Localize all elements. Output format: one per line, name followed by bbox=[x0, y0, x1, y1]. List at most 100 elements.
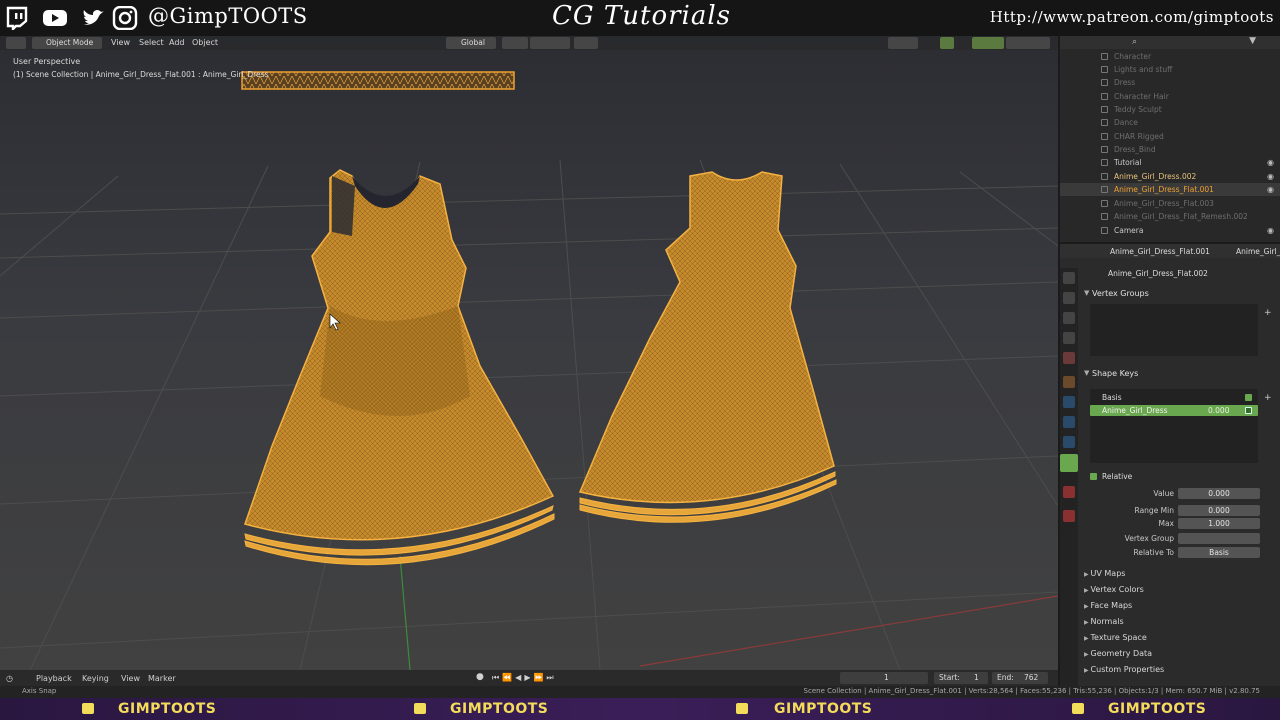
collection-checkbox[interactable] bbox=[1101, 146, 1108, 153]
overlay-toggle[interactable] bbox=[972, 37, 1004, 49]
properties-panel[interactable]: Anime_Girl_Dress_Flat.001 Anime_Girl_ An… bbox=[1060, 244, 1280, 690]
collection-checkbox[interactable] bbox=[1101, 53, 1108, 60]
collection-checkbox[interactable] bbox=[1101, 133, 1108, 140]
editor-type-button[interactable] bbox=[6, 37, 26, 49]
outliner-row[interactable]: Character Hair bbox=[1060, 90, 1280, 103]
collection-checkbox[interactable] bbox=[1101, 227, 1108, 234]
outliner-row[interactable]: Dress_Bind bbox=[1060, 143, 1280, 156]
field-value[interactable]: 1.000 bbox=[1178, 518, 1260, 529]
section-header[interactable]: ▶ Geometry Data bbox=[1084, 649, 1152, 658]
section-header[interactable]: ▶ Normals bbox=[1084, 617, 1124, 626]
collection-checkbox[interactable] bbox=[1101, 213, 1108, 220]
collection-checkbox[interactable] bbox=[1101, 173, 1108, 180]
view-layer-tab-icon[interactable] bbox=[1063, 332, 1075, 344]
menu-object[interactable]: Object bbox=[192, 38, 218, 47]
waistband-mesh[interactable] bbox=[241, 71, 515, 90]
chevron-down-icon[interactable]: ▼ bbox=[1084, 369, 1089, 377]
outliner-row[interactable]: Tutorial ◉ bbox=[1060, 156, 1280, 169]
scene-tab-icon[interactable] bbox=[1063, 352, 1075, 364]
3d-viewport[interactable]: Object Mode View Select Add Object Globa… bbox=[0, 36, 1058, 670]
current-frame-field[interactable]: 1 bbox=[840, 672, 928, 684]
shape-key-checkbox[interactable] bbox=[1245, 407, 1252, 414]
outliner-row[interactable]: Camera ◉ bbox=[1060, 224, 1280, 237]
transform-orientation-dropdown[interactable]: Global bbox=[446, 37, 496, 49]
shape-key-row[interactable]: Basis bbox=[1090, 392, 1258, 403]
collection-checkbox[interactable] bbox=[1101, 200, 1108, 207]
filter-icon[interactable]: ▼ bbox=[1249, 36, 1256, 46]
texture-tab-icon[interactable] bbox=[1063, 510, 1075, 522]
shading-mode-buttons[interactable] bbox=[1006, 37, 1050, 49]
outliner-row[interactable]: Anime_Girl_Dress_Flat.001 ◉ bbox=[1060, 183, 1280, 196]
outliner-row[interactable]: Teddy Sculpt bbox=[1060, 103, 1280, 116]
eye-icon[interactable]: ◉ bbox=[1267, 226, 1274, 235]
section-header[interactable]: ▶ UV Maps bbox=[1084, 569, 1125, 578]
field-value[interactable]: Basis bbox=[1178, 547, 1260, 558]
outliner-row[interactable]: Anime_Girl_Dress.002 ◉ bbox=[1060, 170, 1280, 183]
collection-checkbox[interactable] bbox=[1101, 66, 1108, 73]
outliner-row[interactable]: Character bbox=[1060, 50, 1280, 63]
shape-key-checkbox[interactable] bbox=[1245, 394, 1252, 401]
gizmo-toggle[interactable] bbox=[940, 37, 954, 49]
add-vertex-group-button[interactable]: + bbox=[1264, 308, 1272, 318]
outliner-row[interactable]: Lights and stuff bbox=[1060, 63, 1280, 76]
menu-keying[interactable]: Keying bbox=[82, 674, 109, 683]
section-header[interactable]: ▶ Custom Properties bbox=[1084, 665, 1164, 674]
relative-checkbox[interactable] bbox=[1090, 473, 1097, 480]
object-tab-icon[interactable] bbox=[1063, 376, 1075, 388]
collection-checkbox[interactable] bbox=[1101, 106, 1108, 113]
collection-checkbox[interactable] bbox=[1101, 186, 1108, 193]
outliner-row[interactable]: Anime_Girl_Dress_Flat_Remesh.002 bbox=[1060, 210, 1280, 223]
outliner-row[interactable]: CHAR Rigged bbox=[1060, 130, 1280, 143]
clock-icon[interactable]: ◷ bbox=[6, 674, 13, 683]
search-icon[interactable]: ⌕ bbox=[1132, 37, 1137, 47]
section-header[interactable]: ▶ Texture Space bbox=[1084, 633, 1147, 642]
shape-key-value[interactable]: 0.000 bbox=[1208, 406, 1229, 415]
eye-icon[interactable]: ◉ bbox=[1267, 185, 1274, 194]
field-value[interactable]: 0.000 bbox=[1178, 488, 1260, 499]
outliner-panel[interactable]: ⌕ ▼ Character Lights and stuff Dress Charac… bbox=[1060, 36, 1280, 242]
menu-view-timeline[interactable]: View bbox=[121, 674, 140, 683]
mesh-data-tab-icon[interactable] bbox=[1060, 454, 1078, 472]
chevron-down-icon[interactable]: ▼ bbox=[1084, 289, 1089, 297]
menu-select[interactable]: Select bbox=[139, 38, 164, 47]
object-mode-dropdown[interactable]: Object Mode bbox=[32, 37, 102, 49]
tool-tab-icon[interactable] bbox=[1063, 272, 1075, 284]
section-header[interactable]: ▶ Vertex Colors bbox=[1084, 585, 1144, 594]
add-shape-key-button[interactable]: + bbox=[1264, 393, 1272, 403]
field-value[interactable]: 0.000 bbox=[1178, 505, 1260, 516]
shape-keys-list[interactable]: Basis Anime_Girl_Dress 0.000 bbox=[1090, 389, 1258, 463]
shape-key-row-active[interactable]: Anime_Girl_Dress 0.000 bbox=[1090, 405, 1258, 416]
render-tab-icon[interactable] bbox=[1063, 292, 1075, 304]
record-icon[interactable]: ● bbox=[476, 672, 484, 682]
outliner-row[interactable]: Dress bbox=[1060, 76, 1280, 89]
outliner-row[interactable]: Anime_Girl_Dress_Flat.003 bbox=[1060, 197, 1280, 210]
collection-checkbox[interactable] bbox=[1101, 119, 1108, 126]
collection-checkbox[interactable] bbox=[1101, 79, 1108, 86]
vertex-groups-title[interactable]: Vertex Groups bbox=[1092, 289, 1149, 298]
physics-tab-icon[interactable] bbox=[1063, 436, 1075, 448]
object-name-tab[interactable]: Anime_Girl_Dress_Flat.001 bbox=[1110, 247, 1210, 256]
proportional-edit-toggle[interactable] bbox=[574, 37, 598, 49]
shape-keys-title[interactable]: Shape Keys bbox=[1092, 369, 1138, 378]
field-value[interactable] bbox=[1178, 533, 1260, 544]
collection-checkbox[interactable] bbox=[1101, 159, 1108, 166]
material-tab-icon[interactable] bbox=[1063, 486, 1075, 498]
menu-view[interactable]: View bbox=[111, 38, 130, 47]
collection-checkbox[interactable] bbox=[1101, 93, 1108, 100]
modifier-tab-icon[interactable] bbox=[1063, 396, 1075, 408]
pivot-dropdown[interactable] bbox=[502, 37, 528, 49]
visibility-dropdown[interactable] bbox=[888, 37, 918, 49]
section-header[interactable]: ▶ Face Maps bbox=[1084, 601, 1132, 610]
mesh-data-name[interactable]: Anime_Girl_Dress_Flat.002 bbox=[1108, 269, 1208, 278]
menu-playback[interactable]: Playback bbox=[36, 674, 72, 683]
object-data-tab[interactable]: Anime_Girl_ bbox=[1236, 247, 1280, 256]
playback-controls-icon[interactable]: ⏮⏪◀▶⏩⏭ bbox=[492, 673, 557, 683]
end-frame-field[interactable]: End: 762 bbox=[992, 672, 1048, 684]
menu-add[interactable]: Add bbox=[169, 38, 185, 47]
snap-toggle[interactable] bbox=[530, 37, 570, 49]
eye-icon[interactable]: ◉ bbox=[1267, 172, 1274, 181]
vertex-groups-list[interactable] bbox=[1090, 304, 1258, 356]
menu-marker[interactable]: Marker bbox=[148, 674, 176, 683]
patreon-url[interactable]: Http://www.patreon.com/gimptoots bbox=[990, 8, 1274, 26]
outliner-row[interactable]: Dance bbox=[1060, 116, 1280, 129]
